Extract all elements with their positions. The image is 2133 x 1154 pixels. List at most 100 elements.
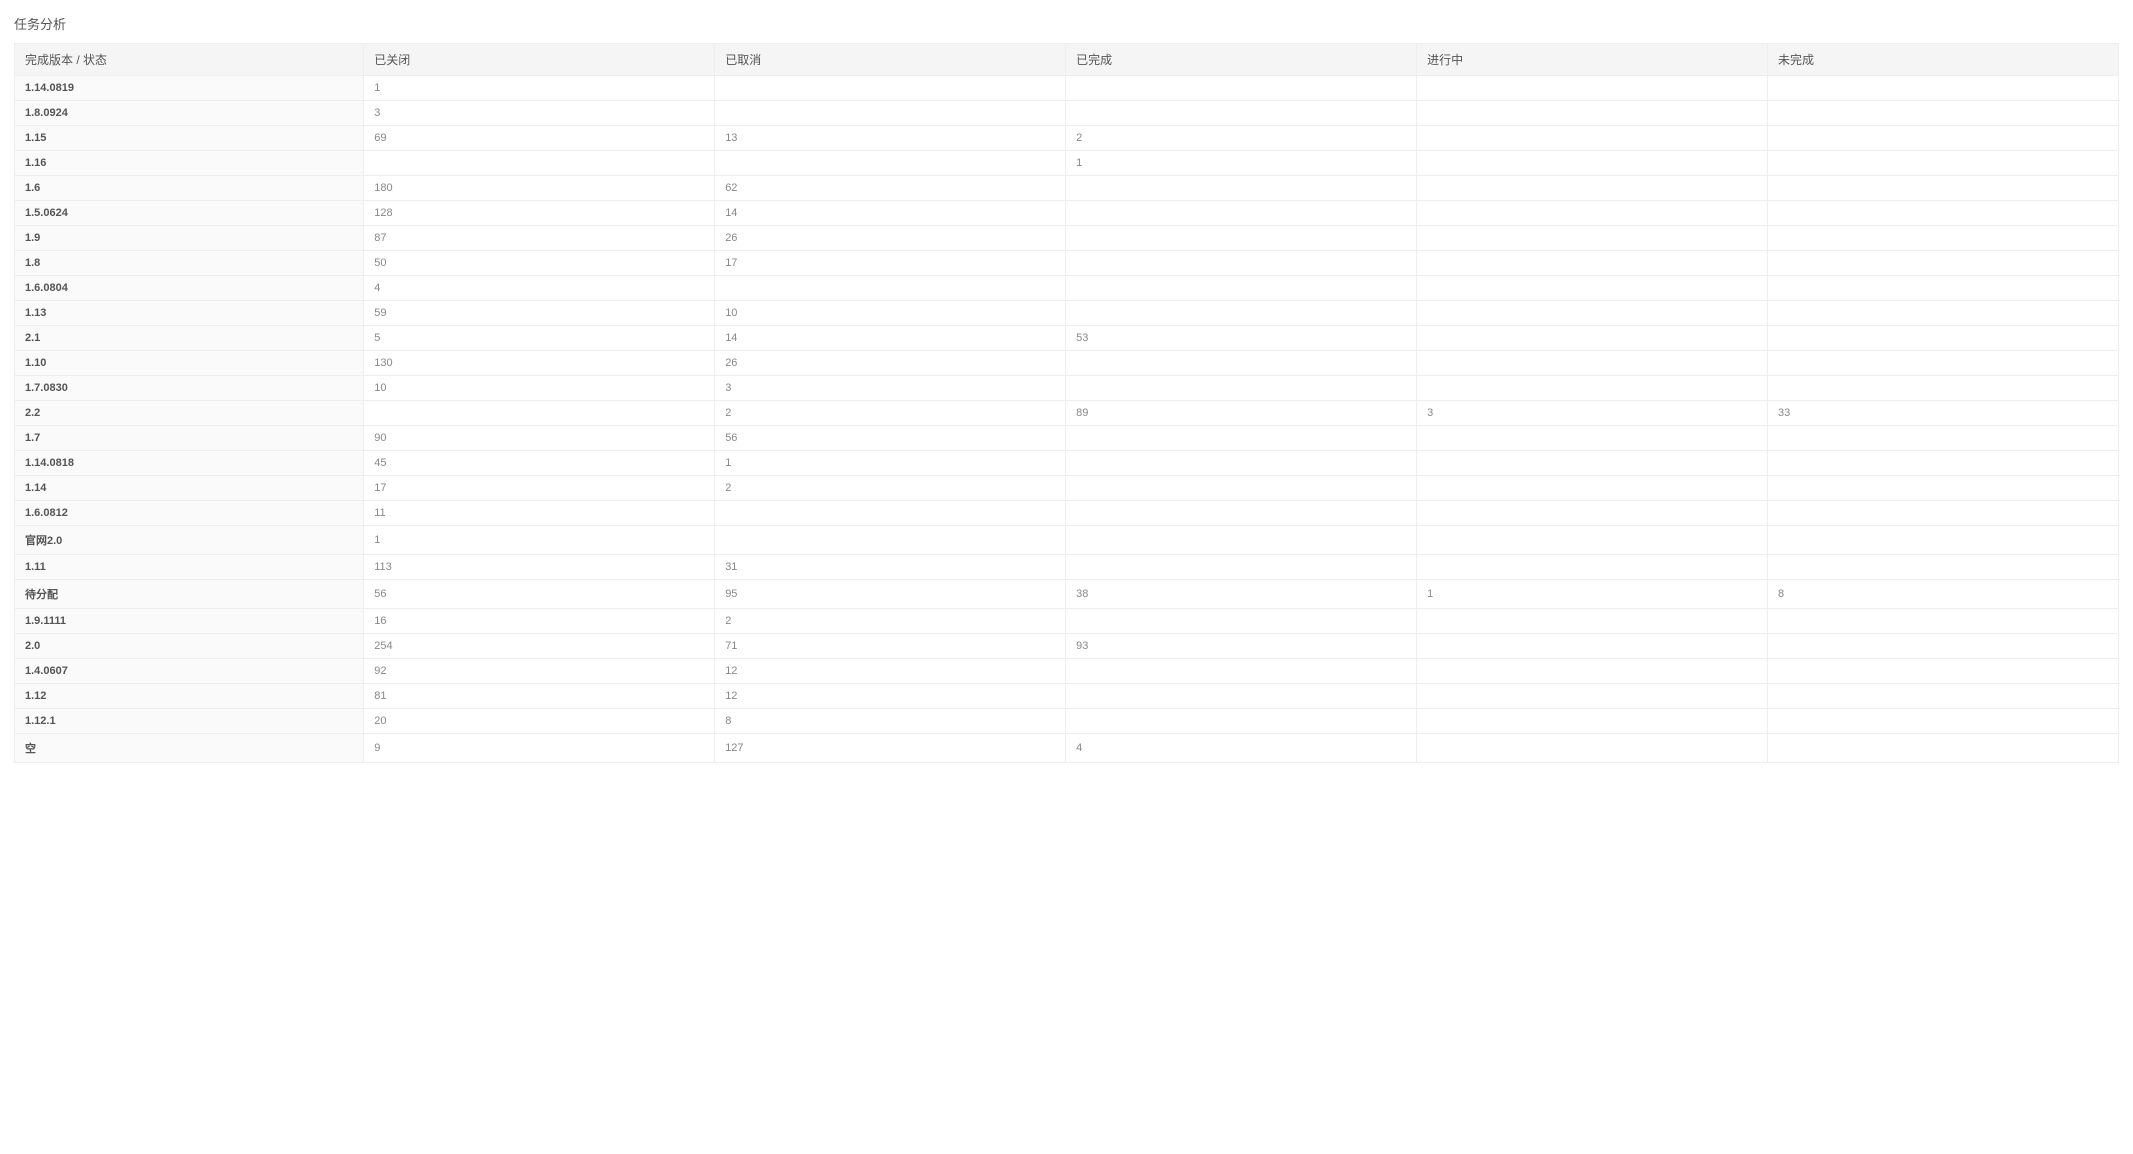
row-label: 1.6 xyxy=(15,176,364,201)
table-row: 空91274 xyxy=(15,734,2119,763)
cell xyxy=(1768,351,2119,376)
cell xyxy=(1066,276,1417,301)
row-label: 1.15 xyxy=(15,126,364,151)
header-completed: 已完成 xyxy=(1066,44,1417,76)
cell xyxy=(1417,226,1768,251)
cell xyxy=(1768,101,2119,126)
table-row: 1.618062 xyxy=(15,176,2119,201)
row-label: 1.16 xyxy=(15,151,364,176)
cell: 1 xyxy=(364,526,715,555)
row-label: 1.7 xyxy=(15,426,364,451)
cell: 8 xyxy=(1768,580,2119,609)
row-label: 2.1 xyxy=(15,326,364,351)
cell xyxy=(1768,326,2119,351)
cell xyxy=(1417,501,1768,526)
table-row: 2.2289333 xyxy=(15,401,2119,426)
table-row: 1.135910 xyxy=(15,301,2119,326)
table-row: 1.98726 xyxy=(15,226,2119,251)
cell xyxy=(715,501,1066,526)
cell xyxy=(1417,326,1768,351)
cell xyxy=(1417,659,1768,684)
table-row: 1.5.062412814 xyxy=(15,201,2119,226)
row-label: 1.5.0624 xyxy=(15,201,364,226)
cell: 12 xyxy=(715,659,1066,684)
cell: 1 xyxy=(715,451,1066,476)
cell xyxy=(1417,251,1768,276)
row-label: 1.13 xyxy=(15,301,364,326)
cell xyxy=(1768,501,2119,526)
cell: 3 xyxy=(1417,401,1768,426)
cell: 2 xyxy=(715,609,1066,634)
row-label: 1.12 xyxy=(15,684,364,709)
table-row: 1.14172 xyxy=(15,476,2119,501)
cell: 10 xyxy=(364,376,715,401)
table-row: 1.16 1 xyxy=(15,151,2119,176)
task-analysis-table: 完成版本 / 状态 已关闭 已取消 已完成 进行中 未完成 1.14.08191… xyxy=(14,43,2119,763)
cell xyxy=(364,401,715,426)
table-row: 1.1569132 xyxy=(15,126,2119,151)
cell: 127 xyxy=(715,734,1066,763)
cell xyxy=(1417,351,1768,376)
header-incomplete: 未完成 xyxy=(1768,44,2119,76)
cell: 50 xyxy=(364,251,715,276)
cell xyxy=(1066,301,1417,326)
cell: 93 xyxy=(1066,634,1417,659)
cell: 1 xyxy=(1066,151,1417,176)
cell xyxy=(1768,526,2119,555)
row-label: 1.14 xyxy=(15,476,364,501)
cell xyxy=(1417,709,1768,734)
cell xyxy=(1066,709,1417,734)
cell: 45 xyxy=(364,451,715,476)
cell: 12 xyxy=(715,684,1066,709)
cell xyxy=(1768,376,2119,401)
cell xyxy=(1066,476,1417,501)
table-row: 1.1111331 xyxy=(15,555,2119,580)
cell xyxy=(1066,501,1417,526)
cell xyxy=(1417,301,1768,326)
cell xyxy=(1417,476,1768,501)
cell: 92 xyxy=(364,659,715,684)
table-row: 1.6.08044 xyxy=(15,276,2119,301)
row-label: 1.11 xyxy=(15,555,364,580)
cell xyxy=(1417,734,1768,763)
cell: 89 xyxy=(1066,401,1417,426)
cell xyxy=(1417,201,1768,226)
cell: 113 xyxy=(364,555,715,580)
cell: 17 xyxy=(715,251,1066,276)
cell: 62 xyxy=(715,176,1066,201)
row-label: 1.10 xyxy=(15,351,364,376)
row-label: 1.8.0924 xyxy=(15,101,364,126)
cell xyxy=(1768,251,2119,276)
cell: 87 xyxy=(364,226,715,251)
cell: 8 xyxy=(715,709,1066,734)
cell: 26 xyxy=(715,351,1066,376)
row-label: 2.2 xyxy=(15,401,364,426)
table-row: 1.85017 xyxy=(15,251,2119,276)
cell xyxy=(1768,151,2119,176)
cell xyxy=(1066,226,1417,251)
table-row: 1.14.0818451 xyxy=(15,451,2119,476)
cell xyxy=(1768,176,2119,201)
cell xyxy=(1066,451,1417,476)
row-label: 1.14.0819 xyxy=(15,76,364,101)
cell: 1 xyxy=(364,76,715,101)
cell xyxy=(1417,176,1768,201)
cell xyxy=(1066,555,1417,580)
cell xyxy=(1768,276,2119,301)
cell xyxy=(1768,301,2119,326)
cell: 2 xyxy=(715,401,1066,426)
cell xyxy=(1768,476,2119,501)
header-cancelled: 已取消 xyxy=(715,44,1066,76)
cell: 56 xyxy=(715,426,1066,451)
cell xyxy=(1417,151,1768,176)
cell: 2 xyxy=(1066,126,1417,151)
cell xyxy=(1417,526,1768,555)
cell: 69 xyxy=(364,126,715,151)
row-label: 2.0 xyxy=(15,634,364,659)
table-row: 1.1013026 xyxy=(15,351,2119,376)
cell xyxy=(1768,734,2119,763)
cell: 128 xyxy=(364,201,715,226)
cell xyxy=(1417,634,1768,659)
cell xyxy=(1768,426,2119,451)
cell xyxy=(1417,126,1768,151)
